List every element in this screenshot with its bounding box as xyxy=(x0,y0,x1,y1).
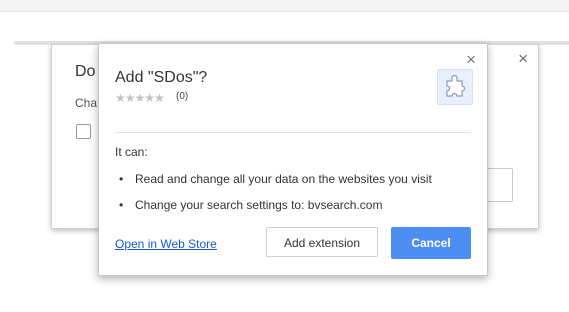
rating-stars: ★★★★★ xyxy=(115,91,165,105)
cancel-button[interactable]: Cancel xyxy=(391,227,471,259)
permission-item: • Read and change all your data on the we… xyxy=(119,172,432,186)
permissions-heading: It can: xyxy=(115,145,148,159)
bullet-icon: • xyxy=(119,198,124,212)
permission-text: Change your search settings to: bvsearch… xyxy=(135,198,383,212)
open-in-web-store-link[interactable]: Open in Web Store xyxy=(115,237,217,251)
close-icon[interactable]: × xyxy=(466,50,476,70)
permission-item: • Change your search settings to: bvsearc… xyxy=(119,198,382,212)
add-extension-dialog: × Add "SDos"? ★★★★★ (0) It can: • Read an… xyxy=(98,43,488,276)
permission-text: Read and change all your data on the web… xyxy=(135,172,432,186)
background-dialog-close-icon[interactable]: × xyxy=(518,49,528,69)
background-dialog-checkbox[interactable] xyxy=(76,124,91,139)
bullet-icon: • xyxy=(119,172,124,186)
add-extension-button[interactable]: Add extension xyxy=(266,227,378,257)
background-dialog-title: Do xyxy=(75,63,96,80)
browser-top-band xyxy=(0,0,569,12)
dialog-title: Add "SDos"? xyxy=(115,69,208,86)
background-dialog-subtitle: Cha xyxy=(75,96,98,110)
divider xyxy=(115,132,471,133)
puzzle-icon xyxy=(437,69,473,105)
rating-count: (0) xyxy=(176,91,189,102)
background-dialog-button[interactable] xyxy=(485,168,513,202)
